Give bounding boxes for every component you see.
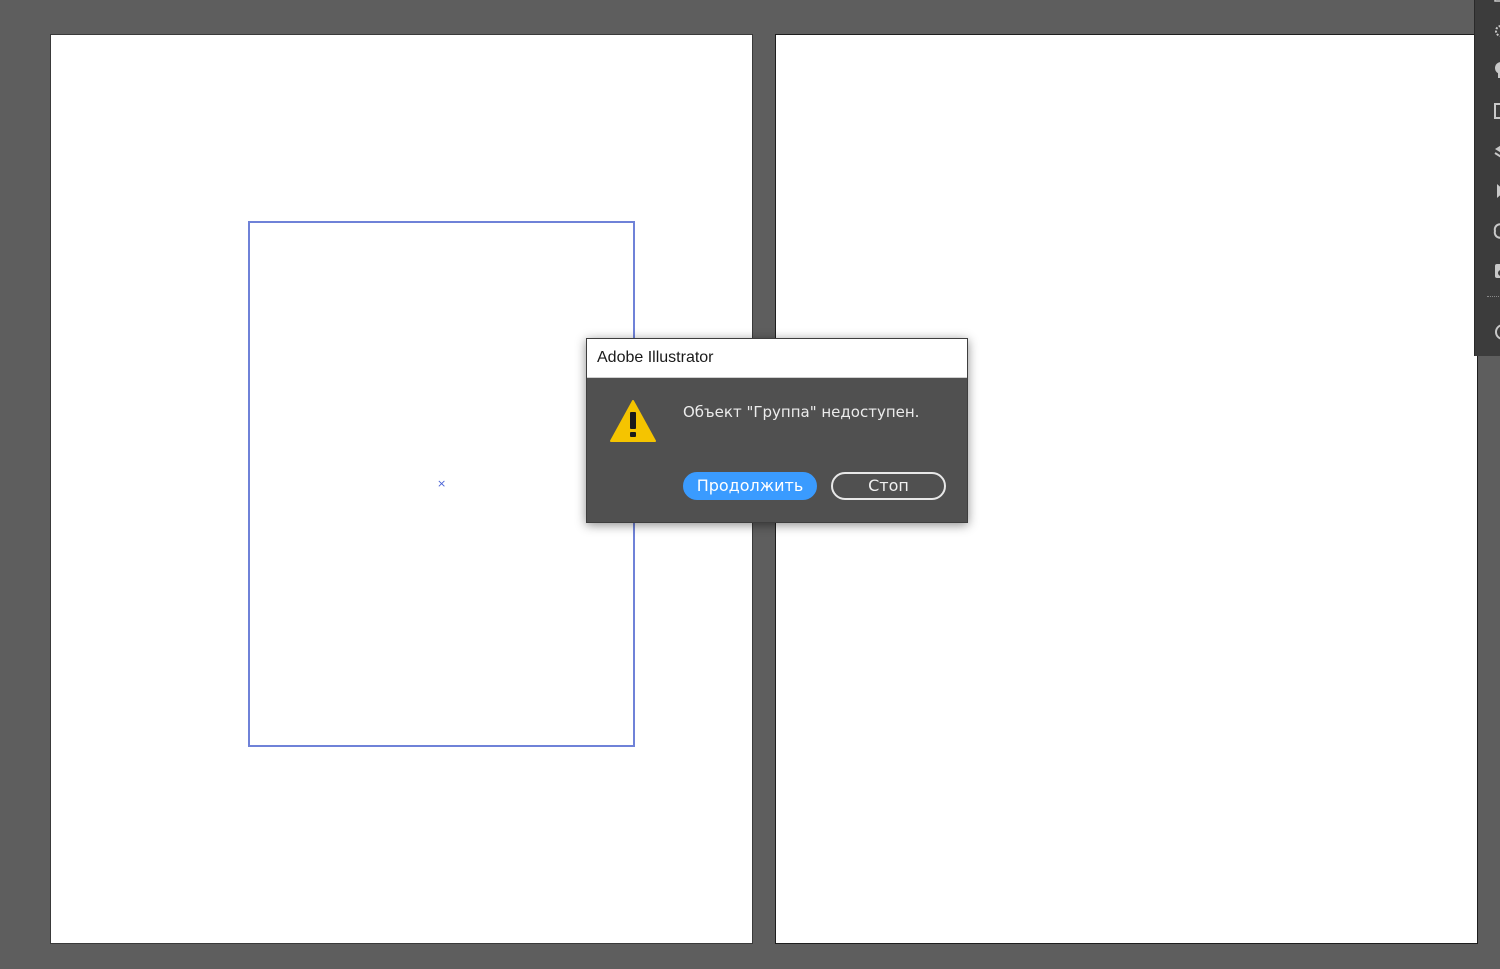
- dialog-titlebar[interactable]: Adobe Illustrator: [587, 339, 967, 378]
- dialog-title: Adobe Illustrator: [597, 349, 714, 366]
- warning-icon: [609, 399, 657, 443]
- rectangle-icon[interactable]: [1489, 102, 1500, 120]
- right-panel-toolbar: [1474, 0, 1500, 356]
- continue-button[interactable]: Продолжить: [683, 472, 817, 500]
- brush-icon[interactable]: [1489, 61, 1500, 79]
- layers-icon[interactable]: [1489, 142, 1500, 160]
- alert-dialog: Adobe Illustrator Объект "Группа" недост…: [586, 338, 968, 523]
- canvas-area[interactable]: × Adobe Illustrator Объект "Группа" недо…: [0, 0, 1500, 969]
- play-icon[interactable]: [1489, 182, 1500, 200]
- appearance-icon[interactable]: [1489, 322, 1500, 340]
- image-icon[interactable]: [1489, 262, 1500, 280]
- link-icon[interactable]: [1489, 222, 1500, 240]
- dialog-message: Объект "Группа" недоступен.: [683, 403, 920, 421]
- stop-button[interactable]: Стоп: [831, 472, 946, 500]
- panel-separator[interactable]: [1487, 296, 1500, 298]
- panel-tool-top-icon[interactable]: [1489, 0, 1500, 12]
- center-point-marker: ×: [437, 477, 447, 490]
- brightness-icon[interactable]: [1489, 22, 1500, 40]
